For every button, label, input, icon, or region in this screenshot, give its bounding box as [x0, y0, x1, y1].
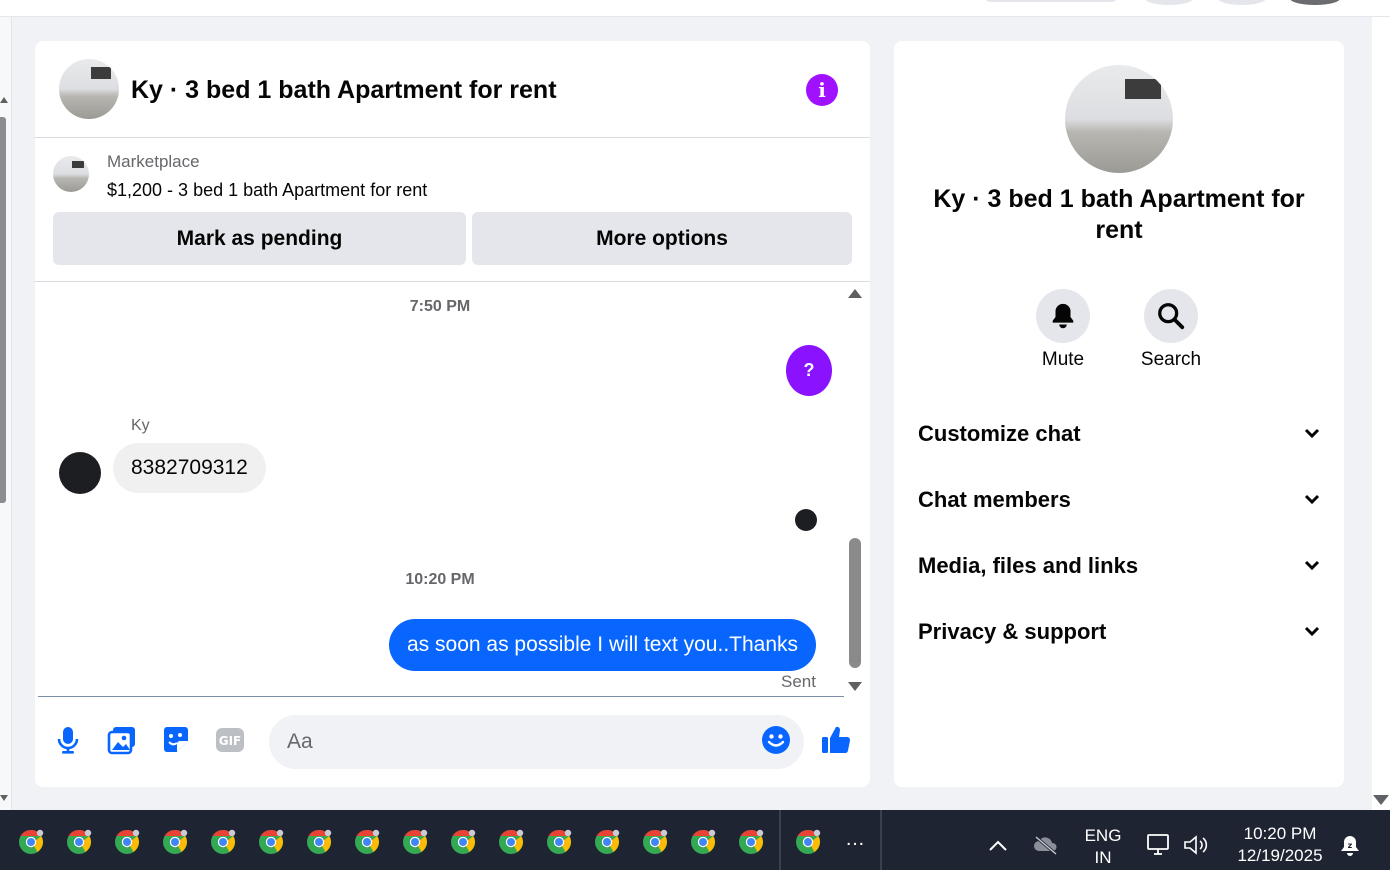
- photo-icon[interactable]: [106, 724, 138, 756]
- scroll-down-arrow[interactable]: [0, 795, 8, 801]
- chrome-app-icon[interactable]: [498, 829, 524, 855]
- chrome-app-icon[interactable]: [258, 829, 284, 855]
- microphone-icon[interactable]: [52, 724, 84, 756]
- marketplace-listing-card: Marketplace $1,200 - 3 bed 1 bath Apartm…: [35, 138, 870, 282]
- input-language[interactable]: ENG IN: [1079, 825, 1127, 869]
- cloud-offline-icon[interactable]: [1033, 835, 1059, 855]
- search-action[interactable]: Search: [1131, 289, 1211, 371]
- region-code: IN: [1094, 848, 1112, 867]
- more-options-button[interactable]: More options: [472, 212, 852, 265]
- chrome-app-icon[interactable]: [210, 829, 236, 855]
- conversation-photo[interactable]: [1065, 65, 1173, 173]
- chrome-app-icon[interactable]: [546, 829, 572, 855]
- language-code: ENG: [1084, 826, 1122, 845]
- top-search-pill[interactable]: [985, 0, 1117, 2]
- chevron-down-icon: [1304, 428, 1320, 439]
- scroll-up-arrow[interactable]: [848, 289, 862, 298]
- outgoing-message-bubble[interactable]: ?: [786, 345, 832, 396]
- scroll-down-arrow[interactable]: [1373, 795, 1389, 805]
- left-scrollbar-thumb[interactable]: [0, 117, 6, 503]
- privacy-support-section[interactable]: Privacy & support: [918, 612, 1320, 652]
- bell-icon[interactable]: [1036, 289, 1090, 343]
- scroll-up-arrow[interactable]: [0, 97, 8, 103]
- notification-bell-icon[interactable]: z: [1338, 834, 1362, 858]
- sender-avatar[interactable]: [59, 452, 101, 494]
- chrome-app-icon[interactable]: [66, 829, 92, 855]
- taskbar-separator: [880, 810, 882, 870]
- section-label: Privacy & support: [918, 619, 1107, 644]
- message-scrollbar[interactable]: [846, 286, 864, 696]
- top-nav-button[interactable]: [1218, 0, 1266, 5]
- chrome-app-icon[interactable]: [402, 829, 428, 855]
- search-icon[interactable]: [1144, 289, 1198, 343]
- message-composer: GIF: [35, 697, 870, 787]
- message-timestamp: 7:50 PM: [409, 298, 471, 315]
- read-receipt-avatar: [795, 509, 817, 531]
- page-scrollbar[interactable]: [1372, 17, 1390, 810]
- left-sidebar-edge: [0, 17, 12, 810]
- chevron-down-icon: [1304, 560, 1320, 571]
- clock-date: 12/19/2025: [1237, 846, 1323, 865]
- media-files-links-section[interactable]: Media, files and links: [918, 546, 1320, 586]
- top-profile-avatar[interactable]: [1290, 0, 1340, 5]
- chrome-app-icon[interactable]: [114, 829, 140, 855]
- scroll-down-arrow[interactable]: [848, 682, 862, 691]
- chrome-app-icon[interactable]: [306, 829, 332, 855]
- chrome-app-icon[interactable]: [738, 829, 764, 855]
- conversation-title: Ky · 3 bed 1 bath Apartment for rent: [933, 185, 1305, 244]
- chrome-app-icon[interactable]: [162, 829, 188, 855]
- incoming-message-bubble[interactable]: 8382709312: [113, 443, 266, 493]
- top-nav-button[interactable]: [1145, 0, 1193, 5]
- chrome-app-icon[interactable]: [642, 829, 668, 855]
- chevron-down-icon: [1304, 494, 1320, 505]
- system-clock[interactable]: 10:20 PM 12/19/2025: [1228, 823, 1332, 867]
- section-label: Chat members: [918, 487, 1071, 512]
- clock-time: 10:20 PM: [1243, 824, 1317, 843]
- chrome-app-icon[interactable]: [18, 829, 44, 855]
- conversation-details-panel: Ky · 3 bed 1 bath Apartment for rent Mut…: [894, 41, 1344, 787]
- message-thread: 7:50 PM ? Ky 8382709312 10:20 PM as soon…: [35, 283, 845, 695]
- scrollbar-thumb[interactable]: [849, 538, 861, 668]
- chat-title[interactable]: Ky · 3 bed 1 bath Apartment for rent: [131, 76, 557, 105]
- message-timestamp: 10:20 PM: [405, 571, 475, 588]
- message-status: Sent: [781, 672, 816, 691]
- chrome-app-icon[interactable]: [594, 829, 620, 855]
- volume-icon[interactable]: [1183, 834, 1211, 856]
- chat-window: Ky · 3 bed 1 bath Apartment for rent i M…: [35, 41, 870, 787]
- customize-chat-section[interactable]: Customize chat: [918, 414, 1320, 454]
- search-label: Search: [1140, 349, 1202, 370]
- chat-header: Ky · 3 bed 1 bath Apartment for rent i: [35, 41, 870, 138]
- chrome-app-icon[interactable]: [690, 829, 716, 855]
- chrome-app-icon[interactable]: [795, 829, 821, 855]
- chevron-down-icon: [1304, 626, 1320, 637]
- mute-action[interactable]: Mute: [1023, 289, 1103, 371]
- windows-taskbar: … ENG IN 10:20 PM 12/19/2025 z: [0, 810, 1390, 870]
- outgoing-message-bubble[interactable]: as soon as possible I will text you..Tha…: [389, 619, 817, 671]
- taskbar-separator: [779, 810, 781, 870]
- mute-label: Mute: [1041, 349, 1085, 370]
- svg-text:GIF: GIF: [219, 734, 242, 748]
- emoji-icon[interactable]: [760, 724, 792, 756]
- chrome-app-icon[interactable]: [450, 829, 476, 855]
- chat-members-section[interactable]: Chat members: [918, 480, 1320, 520]
- info-icon[interactable]: i: [806, 74, 838, 106]
- thumbs-up-icon[interactable]: [820, 724, 852, 756]
- sticker-icon[interactable]: [160, 724, 192, 756]
- listing-category: Marketplace: [107, 152, 200, 171]
- network-icon[interactable]: [1146, 833, 1172, 857]
- listing-price-title[interactable]: $1,200 - 3 bed 1 bath Apartment for rent: [107, 180, 427, 201]
- chrome-app-icon[interactable]: [354, 829, 380, 855]
- gif-icon[interactable]: GIF: [214, 724, 246, 756]
- message-input[interactable]: [269, 715, 804, 769]
- listing-thumbnail[interactable]: [59, 59, 119, 119]
- top-navigation-bar: [0, 0, 1390, 17]
- section-label: Media, files and links: [918, 553, 1139, 578]
- sender-name: Ky: [131, 417, 150, 434]
- listing-small-thumbnail[interactable]: [53, 156, 89, 192]
- taskbar-overflow-button[interactable]: …: [842, 829, 868, 849]
- mark-as-pending-button[interactable]: Mark as pending: [53, 212, 466, 265]
- svg-text:z: z: [1348, 841, 1353, 850]
- section-label: Customize chat: [918, 421, 1081, 446]
- chevron-up-icon[interactable]: [988, 838, 1008, 852]
